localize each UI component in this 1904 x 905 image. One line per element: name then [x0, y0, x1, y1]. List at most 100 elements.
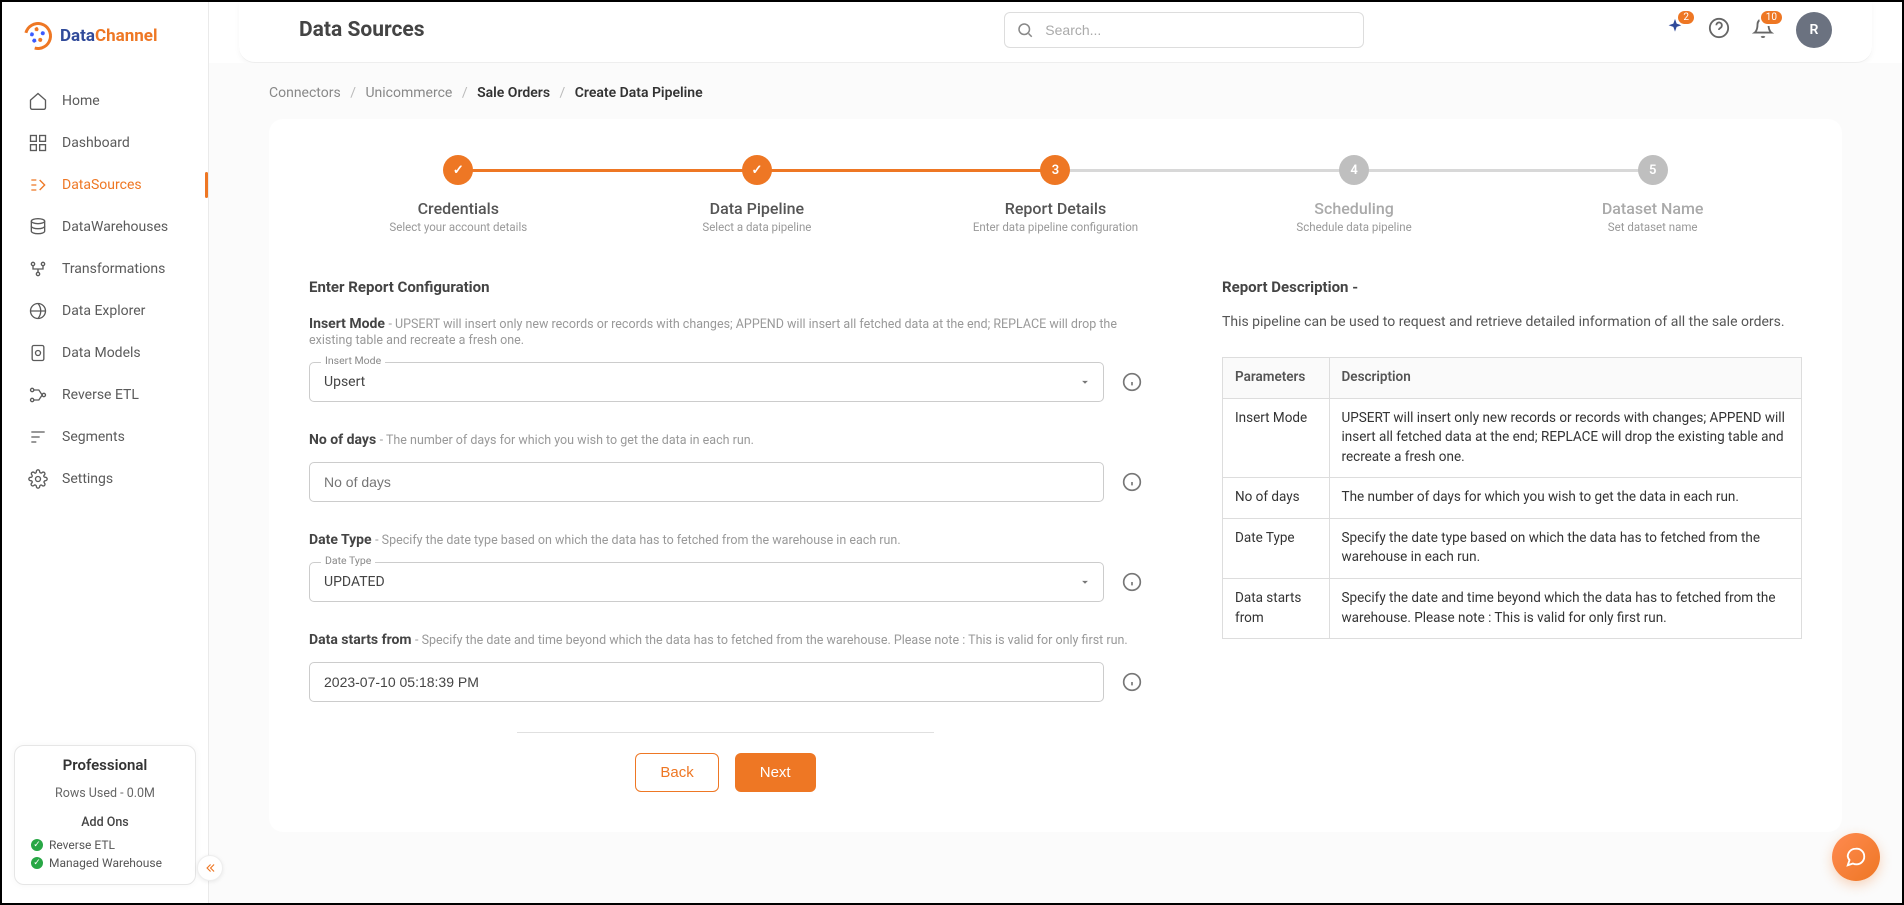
- nav-transformations[interactable]: Transformations: [2, 248, 208, 290]
- nav-label: Segments: [62, 429, 125, 445]
- help-button[interactable]: [1708, 17, 1730, 43]
- plan-addons-title: Add Ons: [25, 815, 185, 830]
- step-credentials[interactable]: ✓ Credentials Select your account detail…: [309, 155, 608, 234]
- insert-mode-select[interactable]: Upsert: [309, 362, 1104, 402]
- nav-label: Data Explorer: [62, 303, 145, 319]
- info-icon[interactable]: [1122, 372, 1142, 392]
- reverse-etl-icon: [28, 385, 48, 405]
- plan-addon-reverse-etl: ✓ Reverse ETL: [25, 838, 185, 852]
- step-title: Scheduling: [1205, 199, 1504, 218]
- collapse-sidebar-button[interactable]: [197, 855, 223, 881]
- segments-icon: [28, 427, 48, 447]
- nav-datawarehouses[interactable]: DataWarehouses: [2, 206, 208, 248]
- date-type-select[interactable]: UPDATED: [309, 562, 1104, 602]
- table-row: Data starts from Specify the date and ti…: [1223, 578, 1802, 638]
- field-label: Data starts from: [309, 632, 412, 648]
- step-title: Report Details: [906, 199, 1205, 218]
- nav-label: Settings: [62, 471, 113, 487]
- check-icon: ✓: [31, 839, 43, 851]
- nav-dashboard[interactable]: Dashboard: [2, 122, 208, 164]
- next-button[interactable]: Next: [735, 753, 816, 792]
- info-icon[interactable]: [1122, 672, 1142, 692]
- table-header-description: Description: [1329, 358, 1801, 399]
- step-dataset-name[interactable]: 5 Dataset Name Set dataset name: [1503, 155, 1802, 234]
- topbar: Data Sources 2 10 R: [239, 2, 1872, 63]
- home-icon: [28, 91, 48, 111]
- chevron-left-icon: [203, 861, 217, 875]
- nav-data-models[interactable]: Data Models: [2, 332, 208, 374]
- nav-settings[interactable]: Settings: [2, 458, 208, 500]
- nav-reverse-etl[interactable]: Reverse ETL: [2, 374, 208, 416]
- step-circle: ✓: [443, 155, 473, 185]
- field-date-type: Date Type - Specify the date type based …: [309, 532, 1142, 602]
- field-insert-mode: Insert Mode - UPSERT will insert only ne…: [309, 316, 1142, 402]
- back-button[interactable]: Back: [635, 753, 718, 792]
- data-starts-input[interactable]: [309, 662, 1104, 702]
- breadcrumb-current: Create Data Pipeline: [575, 85, 703, 101]
- brand-logo[interactable]: DataChannel: [2, 2, 208, 70]
- step-sub: Select a data pipeline: [608, 220, 907, 234]
- step-sub: Schedule data pipeline: [1205, 220, 1504, 234]
- stepper: ✓ Credentials Select your account detail…: [309, 155, 1802, 234]
- step-scheduling[interactable]: 4 Scheduling Schedule data pipeline: [1205, 155, 1504, 234]
- search-wrap: [1004, 12, 1364, 48]
- breadcrumb-unicommerce[interactable]: Unicommerce: [365, 85, 452, 101]
- description-title: Report Description -: [1222, 278, 1802, 296]
- info-icon[interactable]: [1122, 572, 1142, 592]
- step-title: Data Pipeline: [608, 199, 907, 218]
- gear-icon: [28, 469, 48, 489]
- content: Connectors / Unicommerce / Sale Orders /…: [209, 63, 1902, 903]
- nav-label: Dashboard: [62, 135, 130, 151]
- no-of-days-input[interactable]: [309, 462, 1104, 502]
- form-right: Report Description - This pipeline can b…: [1222, 278, 1802, 792]
- nav-label: Home: [62, 93, 100, 109]
- main: Data Sources 2 10 R Connectors /: [209, 2, 1902, 903]
- table-row: No of days The number of days for which …: [1223, 478, 1802, 519]
- breadcrumb-connectors[interactable]: Connectors: [269, 85, 341, 101]
- field-help: - Specify the date and time beyond which…: [415, 633, 1128, 648]
- table-row: Insert Mode UPSERT will insert only new …: [1223, 398, 1802, 478]
- field-help: - UPSERT will insert only new records or…: [309, 317, 1117, 348]
- section-title: Enter Report Configuration: [309, 278, 1142, 296]
- field-data-starts-from: Data starts from - Specify the date and …: [309, 632, 1142, 702]
- field-no-of-days: No of days - The number of days for whic…: [309, 432, 1142, 502]
- breadcrumb-sale-orders[interactable]: Sale Orders: [477, 85, 550, 101]
- nav-home[interactable]: Home: [2, 80, 208, 122]
- plan-box: Professional Rows Used - 0.0M Add Ons ✓ …: [14, 745, 196, 885]
- step-circle: 4: [1339, 155, 1369, 185]
- transform-icon: [28, 259, 48, 279]
- float-label: Date Type: [321, 554, 375, 567]
- notifications-button[interactable]: 10: [1752, 17, 1774, 43]
- warehouse-icon: [28, 217, 48, 237]
- nav-datasources[interactable]: DataSources: [2, 164, 208, 206]
- step-sub: Enter data pipeline configuration: [906, 220, 1205, 234]
- logo-icon: [19, 17, 57, 55]
- datasources-icon: [28, 175, 48, 195]
- table-header-parameters: Parameters: [1223, 358, 1330, 399]
- step-circle: 3: [1040, 155, 1070, 185]
- nav-data-explorer[interactable]: Data Explorer: [2, 290, 208, 332]
- breadcrumb: Connectors / Unicommerce / Sale Orders /…: [269, 85, 1842, 101]
- spark-button[interactable]: 2: [1664, 17, 1686, 43]
- plan-rows: Rows Used - 0.0M: [25, 786, 185, 801]
- dashboard-icon: [28, 133, 48, 153]
- info-icon[interactable]: [1122, 472, 1142, 492]
- chat-button[interactable]: [1832, 833, 1880, 881]
- nav: Home Dashboard DataSources DataWarehouse…: [2, 70, 208, 500]
- step-circle: 5: [1638, 155, 1668, 185]
- step-data-pipeline[interactable]: ✓ Data Pipeline Select a data pipeline: [608, 155, 907, 234]
- plan-addon-managed-warehouse: ✓ Managed Warehouse: [25, 856, 185, 870]
- field-label: Insert Mode: [309, 316, 385, 332]
- search-input[interactable]: [1004, 12, 1364, 48]
- nav-label: DataSources: [62, 177, 142, 193]
- explorer-icon: [28, 301, 48, 321]
- avatar[interactable]: R: [1796, 12, 1832, 48]
- step-report-details[interactable]: 3 Report Details Enter data pipeline con…: [906, 155, 1205, 234]
- topbar-icons: 2 10 R: [1664, 12, 1832, 48]
- step-sub: Select your account details: [309, 220, 608, 234]
- nav-segments[interactable]: Segments: [2, 416, 208, 458]
- table-row: Date Type Specify the date type based on…: [1223, 518, 1802, 578]
- logo-text: DataChannel: [60, 26, 157, 46]
- button-row: Back Next: [309, 753, 1142, 792]
- nav-label: Data Models: [62, 345, 141, 361]
